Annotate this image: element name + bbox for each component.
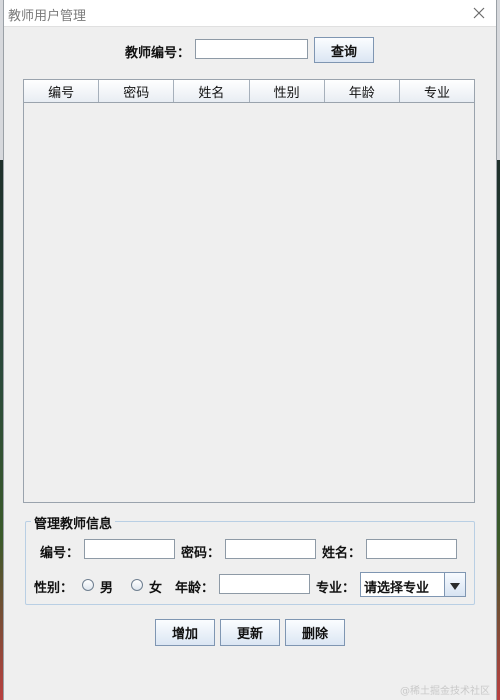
age-label: 年龄： [175,581,215,596]
delete-button[interactable]: 删除 [285,619,345,646]
age-input[interactable] [219,574,310,594]
gender-female-label[interactable]: 女 [149,577,162,596]
teacher-management-window: 教师用户管理 教师编号： 查询 编号 密码 姓名 性别 年龄 专业 管理教师信息… [4,0,496,700]
update-button[interactable]: 更新 [220,619,280,646]
window-title: 教师用户管理 [8,9,87,24]
query-button[interactable]: 查询 [314,37,374,63]
name-label: 姓名： [322,546,362,561]
major-select-value: 请选择专业 [364,581,430,596]
table-header: 编号 密码 姓名 性别 年龄 专业 [24,80,474,103]
major-label: 专业： [316,581,356,596]
id-input[interactable] [84,539,175,559]
group-title: 管理教师信息 [31,513,116,532]
major-select-arrow[interactable] [444,573,465,596]
column-header-age[interactable]: 年龄 [325,80,400,102]
gender-female-radio[interactable] [131,579,143,591]
gender-male-radio[interactable] [82,579,94,591]
major-select[interactable]: 请选择专业 [360,572,466,597]
query-row: 教师编号： 查询 [4,36,496,64]
gender-label: 性别： [34,581,74,596]
column-header-major[interactable]: 专业 [400,80,474,102]
column-header-password[interactable]: 密码 [99,80,175,102]
column-header-id[interactable]: 编号 [24,80,100,102]
add-button[interactable]: 增加 [155,619,215,646]
teacher-id-query-label: 教师编号： [125,46,191,61]
password-input[interactable] [225,539,316,559]
column-header-name[interactable]: 姓名 [174,80,250,102]
gender-male-label[interactable]: 男 [100,577,113,596]
id-label: 编号： [40,546,80,561]
triangle-down-icon [450,575,460,594]
title-bar: 教师用户管理 [4,0,496,27]
column-header-gender[interactable]: 性别 [250,80,325,102]
password-label: 密码： [181,546,221,561]
teacher-id-query-input[interactable] [195,39,308,59]
close-button[interactable] [468,2,490,24]
close-icon [473,4,485,23]
teacher-table[interactable]: 编号 密码 姓名 性别 年龄 专业 [23,79,475,503]
watermark: @稀土掘金技术社区 [400,686,490,697]
name-input[interactable] [366,539,457,559]
